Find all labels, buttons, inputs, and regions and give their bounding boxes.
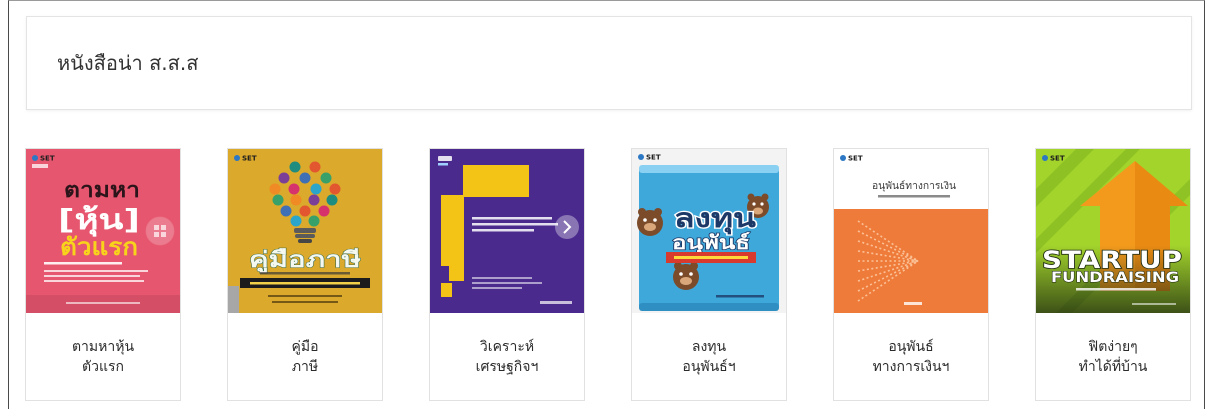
- book-cover[interactable]: SET อนุพันธ์ทางการเงิน: [834, 149, 988, 313]
- package-bag-bottom: [639, 303, 779, 311]
- book-caption[interactable]: ฟิตง่ายๆ ทำได้ที่บ้าน: [1036, 313, 1190, 400]
- book-caption[interactable]: อนุพันธ์ ทางการเงินฯ: [834, 313, 988, 400]
- book-cover[interactable]: SET ตามหา [หุ้น] ตัวแรก: [26, 149, 180, 313]
- cover-side-strip: [228, 286, 239, 313]
- book-caption-line[interactable]: ตัวแรก: [82, 357, 124, 377]
- book-caption-line[interactable]: ทำได้ที่บ้าน: [1079, 357, 1148, 377]
- book-caption[interactable]: ลงทุน อนุพันธ์ฯ: [632, 313, 786, 400]
- cover-title-line: ลงทุน: [674, 204, 756, 235]
- publisher-logo-icon: [840, 155, 846, 161]
- book-cover[interactable]: [430, 149, 584, 313]
- chevron-right-icon: [555, 215, 579, 239]
- bear-icon: [637, 208, 663, 236]
- book-caption-line[interactable]: คู่มือ: [291, 337, 318, 357]
- book-cover[interactable]: SET: [228, 149, 382, 313]
- cover-small-print: [1132, 303, 1176, 305]
- section-header: หนังสือน่า ส.ส.ส: [26, 16, 1192, 110]
- book-card[interactable]: SET ตามหา [หุ้น] ตัวแรก ตามหาหุ้น ตัวแรก: [25, 148, 181, 401]
- publisher-name: SET: [848, 155, 863, 163]
- book-card[interactable]: SET STARTUP FUNDRAISING ฟิตง่ายๆ ทำได้ที…: [1035, 148, 1191, 401]
- publisher-name: SET: [1050, 155, 1065, 163]
- cover-subtitle-print: [878, 195, 950, 198]
- cover-title: คู่มือภาษี: [249, 248, 362, 274]
- book-card[interactable]: SET: [631, 148, 787, 401]
- cover-title-line: FUNDRAISING: [1051, 270, 1179, 286]
- publisher-name: SET: [242, 155, 257, 163]
- cover-title-line: อนุพันธ์: [672, 232, 750, 255]
- cover-color-block: [834, 209, 988, 313]
- publisher-name: SET: [40, 155, 55, 163]
- book-caption-line[interactable]: วิเคราะห์: [480, 337, 534, 357]
- cover-small-print: [1076, 288, 1156, 291]
- cover-title-line: ตัวแรก: [60, 233, 138, 261]
- book-caption-line[interactable]: ฟิตง่ายๆ: [1088, 337, 1137, 357]
- book-caption[interactable]: ตามหาหุ้น ตัวแรก: [26, 313, 180, 400]
- publisher-logo-icon: [1042, 155, 1048, 161]
- book-caption-line[interactable]: เศรษฐกิจฯ: [476, 357, 539, 377]
- book-card[interactable]: SET อนุพันธ์ทางการเงิน อนุพันธ์ ทางการเง…: [833, 148, 989, 401]
- cover-title-line: ตามหา: [64, 178, 140, 202]
- book-caption-line[interactable]: อนุพันธ์ฯ: [682, 357, 735, 377]
- book-cover[interactable]: SET STARTUP FUNDRAISING: [1036, 149, 1190, 313]
- decorative-badge-icon: [145, 216, 175, 246]
- book-caption[interactable]: คู่มือ ภาษี: [228, 313, 382, 400]
- book-caption-line[interactable]: ภาษี: [292, 357, 318, 377]
- book-caption-line[interactable]: ตามหาหุ้น: [72, 337, 134, 357]
- publisher-logo-icon: [234, 155, 240, 161]
- book-caption-line[interactable]: ลงทุน: [692, 337, 726, 357]
- bear-icon: [673, 262, 699, 290]
- cover-title: อนุพันธ์ทางการเงิน: [872, 180, 956, 192]
- publisher-logo-icon: [32, 155, 38, 161]
- book-caption-line[interactable]: อนุพันธ์: [888, 337, 933, 357]
- section-title: หนังสือน่า ส.ส.ส: [57, 51, 199, 75]
- book-card[interactable]: วิเคราะห์ เศรษฐกิจฯ: [429, 148, 585, 401]
- cover-small-print: [904, 302, 922, 305]
- book-cover[interactable]: SET: [632, 149, 786, 313]
- book-card[interactable]: SET: [227, 148, 383, 401]
- package-bag-top: [639, 165, 779, 173]
- publisher-logo-icon: [638, 154, 644, 160]
- cover-title-line: [หุ้น]: [58, 203, 140, 237]
- cover-tag: [32, 164, 48, 168]
- publisher-name: SET: [646, 154, 661, 162]
- book-caption-line[interactable]: ทางการเงินฯ: [873, 357, 950, 377]
- book-caption[interactable]: วิเคราะห์ เศรษฐกิจฯ: [430, 313, 584, 400]
